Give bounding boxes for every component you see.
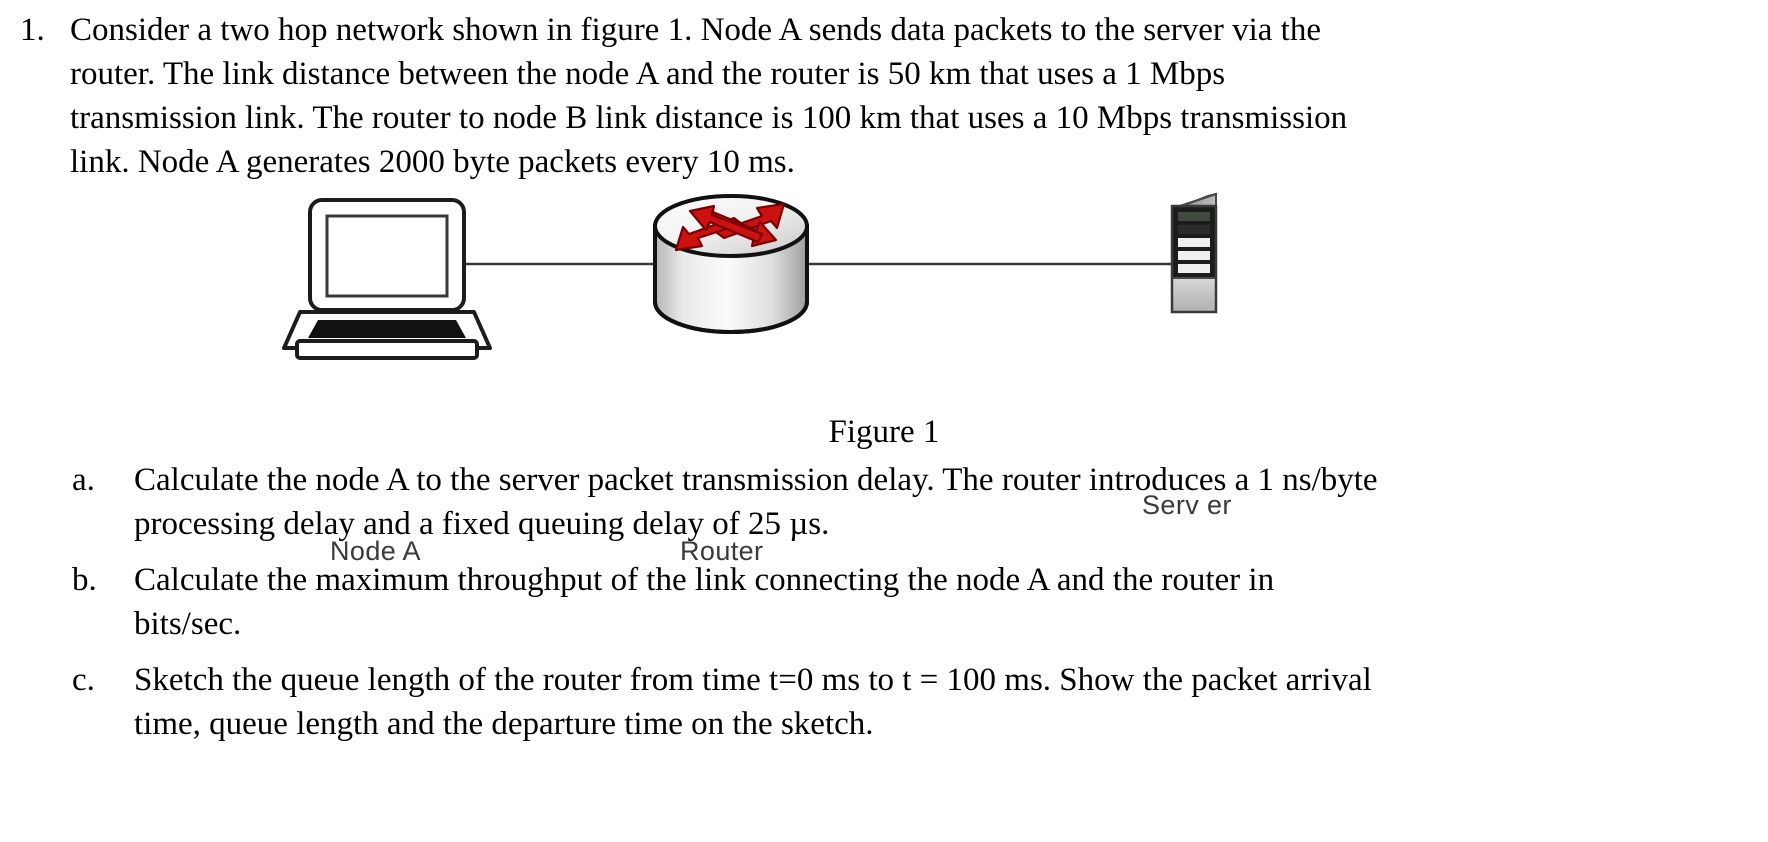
server-icon bbox=[1170, 192, 1218, 314]
subquestion-b-line-2: bits/sec. bbox=[134, 606, 242, 642]
subquestion-c-line-2: time, queue length and the departure tim… bbox=[134, 706, 874, 742]
subquestion-a-text: Calculate the node A to the server packe… bbox=[134, 458, 1756, 546]
question-block: 1. Consider a two hop network shown in f… bbox=[12, 8, 1756, 184]
subquestion-a-line-1: Calculate the node A to the server packe… bbox=[134, 462, 1378, 498]
subquestion-c-text: Sketch the queue length of the router fr… bbox=[134, 658, 1756, 746]
subquestion-c-marker: c. bbox=[72, 662, 95, 698]
subquestion-b: b. Calculate the maximum throughput of t… bbox=[12, 558, 1756, 646]
network-diagram-canvas bbox=[282, 192, 1218, 360]
subquestion-b-line-1: Calculate the maximum throughput of the … bbox=[134, 562, 1275, 598]
document-page: 1. Consider a two hop network shown in f… bbox=[0, 0, 1768, 842]
question-line-4: link. Node A generates 2000 byte packets… bbox=[70, 144, 795, 180]
router-icon bbox=[653, 194, 809, 334]
subquestion-a-marker: a. bbox=[72, 462, 95, 498]
laptop-icon bbox=[282, 198, 492, 360]
question-line-1: Consider a two hop network shown in figu… bbox=[70, 12, 1321, 48]
question-line-2: router. The link distance between the no… bbox=[70, 56, 1226, 92]
subquestion-a: a. Calculate the node A to the server pa… bbox=[12, 458, 1756, 546]
subquestion-b-marker: b. bbox=[72, 562, 97, 598]
question-number: 1. bbox=[20, 12, 45, 48]
question-text: Consider a two hop network shown in figu… bbox=[70, 8, 1756, 184]
subquestion-list: a. Calculate the node A to the server pa… bbox=[12, 458, 1756, 758]
subquestion-c: c. Sketch the queue length of the router… bbox=[12, 658, 1756, 746]
network-diagram: Node A Router Serv er bbox=[0, 180, 1768, 566]
subquestion-c-line-1: Sketch the queue length of the router fr… bbox=[134, 662, 1372, 698]
question-line-3: transmission link. The router to node B … bbox=[70, 100, 1348, 136]
subquestion-a-line-2: processing delay and a fixed queuing del… bbox=[134, 506, 830, 542]
subquestion-b-text: Calculate the maximum throughput of the … bbox=[134, 558, 1756, 646]
figure-caption: Figure 1 bbox=[828, 414, 940, 450]
